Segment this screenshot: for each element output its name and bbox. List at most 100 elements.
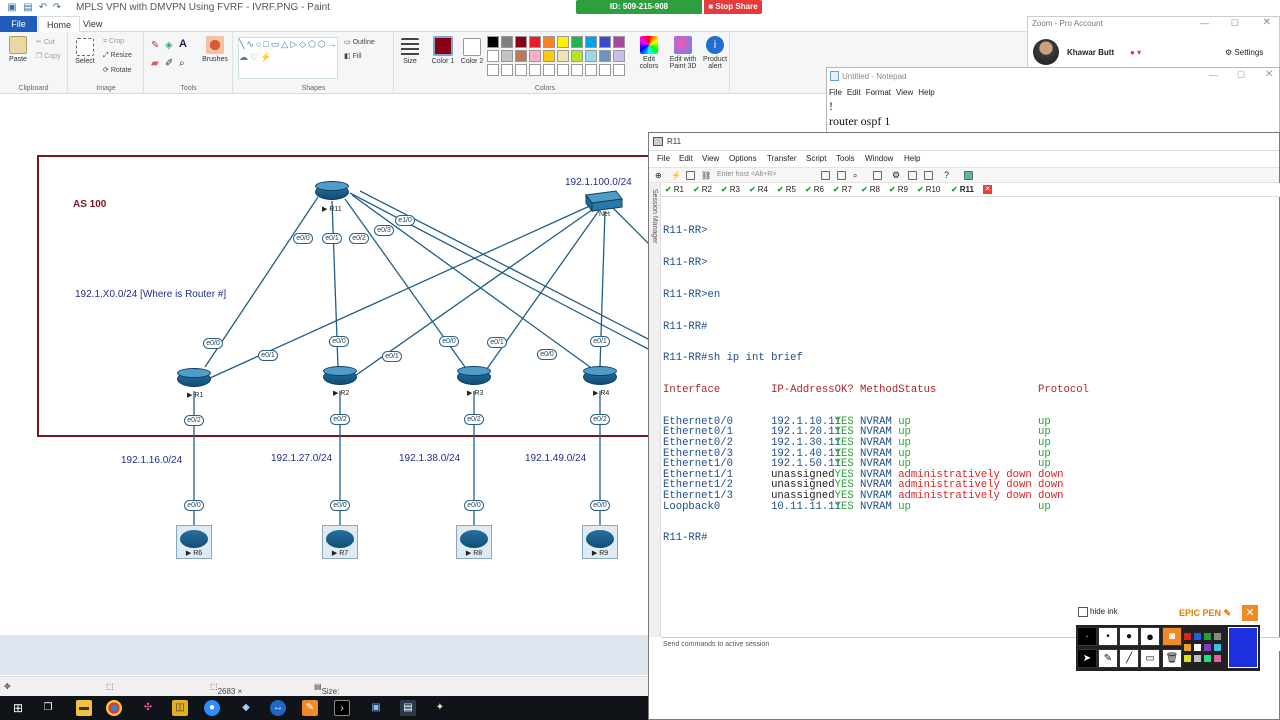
paint-app-taskbar-icon[interactable]: ▤: [400, 700, 416, 716]
text-icon[interactable]: A: [179, 38, 187, 50]
ink-color-swatch[interactable]: [1184, 633, 1191, 640]
product-alert-button[interactable]: i Product alert: [701, 36, 729, 70]
palette-color-swatch[interactable]: [529, 36, 541, 48]
dot-large-icon[interactable]: ●: [1119, 627, 1139, 646]
ink-color-swatch[interactable]: [1204, 633, 1211, 640]
custom-color-swatch[interactable]: [529, 64, 541, 76]
session-manager-panel[interactable]: Session Manager: [649, 183, 661, 637]
pen-icon[interactable]: ✎: [1098, 649, 1118, 668]
tab-r6[interactable]: ✔ R6: [805, 185, 824, 194]
tab-r5[interactable]: ✔ R5: [777, 185, 796, 194]
palette-color-swatch[interactable]: [599, 36, 611, 48]
crop-button[interactable]: ⌗ Crop: [103, 38, 124, 46]
custom-color-swatch[interactable]: [543, 64, 555, 76]
rotate-button[interactable]: ⟳ Rotate: [103, 66, 131, 74]
close-icon[interactable]: ✕: [1263, 17, 1271, 28]
terminal-output[interactable]: R11-RR> R11-RR> R11-RR>en R11-RR# R11-RR…: [663, 205, 1275, 637]
app-icon[interactable]: ◫: [172, 700, 188, 716]
notepad-menu-edit[interactable]: Edit: [847, 88, 861, 97]
crt-menu-window[interactable]: Window: [865, 154, 893, 163]
size-button[interactable]: Size: [397, 38, 423, 65]
minimize-icon[interactable]: —: [1200, 18, 1209, 28]
paste-button[interactable]: Paste: [4, 36, 32, 63]
crt-menu-view[interactable]: View: [702, 154, 719, 163]
palette-color-swatch[interactable]: [585, 36, 597, 48]
notepad-menu-format[interactable]: Format: [866, 88, 891, 97]
custom-color-swatch[interactable]: [515, 64, 527, 76]
teamviewer-icon[interactable]: ↔: [270, 700, 286, 716]
palette-color-swatch[interactable]: [501, 36, 513, 48]
quick-connect-icon[interactable]: ⚡: [671, 171, 681, 180]
camera-icon[interactable]: ◙: [1162, 627, 1182, 646]
copy-button[interactable]: ❐ Copy: [36, 52, 61, 60]
chrome-icon[interactable]: [106, 700, 122, 716]
stop-share-button[interactable]: ■ Stop Share: [704, 0, 762, 14]
app3-icon[interactable]: ✦: [432, 700, 448, 716]
app2-icon[interactable]: ◆: [238, 700, 254, 716]
tab-r4[interactable]: ✔ R4: [749, 185, 768, 194]
tab-r9[interactable]: ✔ R9: [889, 185, 908, 194]
sftp-icon[interactable]: [924, 171, 933, 180]
palette-color-swatch[interactable]: [571, 50, 583, 62]
notepad-close-icon[interactable]: ✕: [1265, 69, 1273, 80]
current-color-swatch[interactable]: [1228, 627, 1258, 668]
shapes-gallery[interactable]: ╲∿○□▭△▷◇⬠⬡→←↑↓✦✧☆✩▢◯☁♡⚡: [238, 37, 338, 79]
resize-button[interactable]: ⤢ Resize: [103, 52, 132, 60]
color2-button[interactable]: Color 2: [459, 38, 485, 65]
custom-color-swatch[interactable]: [571, 64, 583, 76]
copy-icon[interactable]: [821, 171, 830, 180]
palette-color-swatch[interactable]: [557, 50, 569, 62]
outline-button[interactable]: ▭ Outline: [344, 38, 375, 46]
redo-icon[interactable]: ↷: [51, 2, 63, 13]
pencil-icon[interactable]: ✎: [151, 40, 159, 51]
hide-ink-checkbox[interactable]: hide ink: [1078, 607, 1118, 617]
tab-r11[interactable]: ✔ R11: [951, 185, 974, 194]
dot-medium-icon[interactable]: •: [1098, 627, 1118, 646]
palette-color-swatch[interactable]: [501, 50, 513, 62]
dot-small-icon[interactable]: ·: [1077, 627, 1097, 646]
palette-color-swatch[interactable]: [557, 36, 569, 48]
keymap-icon[interactable]: [908, 171, 917, 180]
save-icon[interactable]: ▤: [22, 2, 34, 13]
palette-color-swatch[interactable]: [585, 50, 597, 62]
paint-canvas[interactable]: AS 100 192.1.X0.0/24 [Where is Router #]…: [0, 95, 650, 635]
palette-color-swatch[interactable]: [529, 50, 541, 62]
zoom-status-icon[interactable]: ● ▾: [1130, 48, 1141, 57]
tab-r1[interactable]: ✔ R1: [665, 185, 684, 194]
ink-color-swatch[interactable]: [1214, 633, 1221, 640]
find-icon[interactable]: ⌕: [853, 171, 862, 180]
ink-color-swatch[interactable]: [1184, 655, 1191, 662]
notepad-minimize-icon[interactable]: —: [1209, 70, 1218, 80]
palette-color-swatch[interactable]: [515, 50, 527, 62]
host-input[interactable]: Enter host <Alt+R>: [717, 171, 776, 178]
terminal-app-icon[interactable]: ›: [334, 700, 350, 716]
zoom-settings-button[interactable]: ⚙ Settings: [1225, 48, 1263, 57]
color1-button[interactable]: Color 1: [429, 36, 457, 65]
notepad-menu-view[interactable]: View: [896, 88, 913, 97]
crt-menu-file[interactable]: File: [657, 154, 670, 163]
ink-color-swatch[interactable]: [1194, 655, 1201, 662]
slack-icon[interactable]: ✣: [140, 700, 156, 716]
edit-paint3d-button[interactable]: Edit with Paint 3D: [667, 36, 699, 70]
crt-menu-tools[interactable]: Tools: [836, 154, 855, 163]
custom-color-swatch[interactable]: [487, 64, 499, 76]
cut-button[interactable]: ✂ Cut: [36, 38, 55, 46]
crt-menu-transfer[interactable]: Transfer: [767, 154, 797, 163]
ink-color-swatch[interactable]: [1194, 644, 1201, 651]
palette-color-swatch[interactable]: [613, 36, 625, 48]
fill-button[interactable]: ◧ Fill: [344, 52, 362, 60]
tab-r10[interactable]: ✔ R10: [917, 185, 940, 194]
highlighter-icon[interactable]: ╱: [1119, 649, 1139, 668]
palette-color-swatch[interactable]: [571, 36, 583, 48]
palette-color-swatch[interactable]: [543, 50, 555, 62]
notepad-menu-file[interactable]: File: [829, 88, 842, 97]
crt-menu-options[interactable]: Options: [729, 154, 757, 163]
start-icon[interactable]: ⊞: [10, 700, 26, 716]
reconnect-icon[interactable]: [686, 171, 695, 180]
select-button[interactable]: Select: [73, 38, 97, 65]
dot-xlarge-icon[interactable]: ●: [1140, 627, 1160, 646]
custom-color-swatch[interactable]: [501, 64, 513, 76]
paste-icon[interactable]: [837, 171, 846, 180]
file-explorer-icon[interactable]: ▬: [76, 700, 92, 716]
cursor-icon[interactable]: ➤: [1077, 649, 1097, 668]
